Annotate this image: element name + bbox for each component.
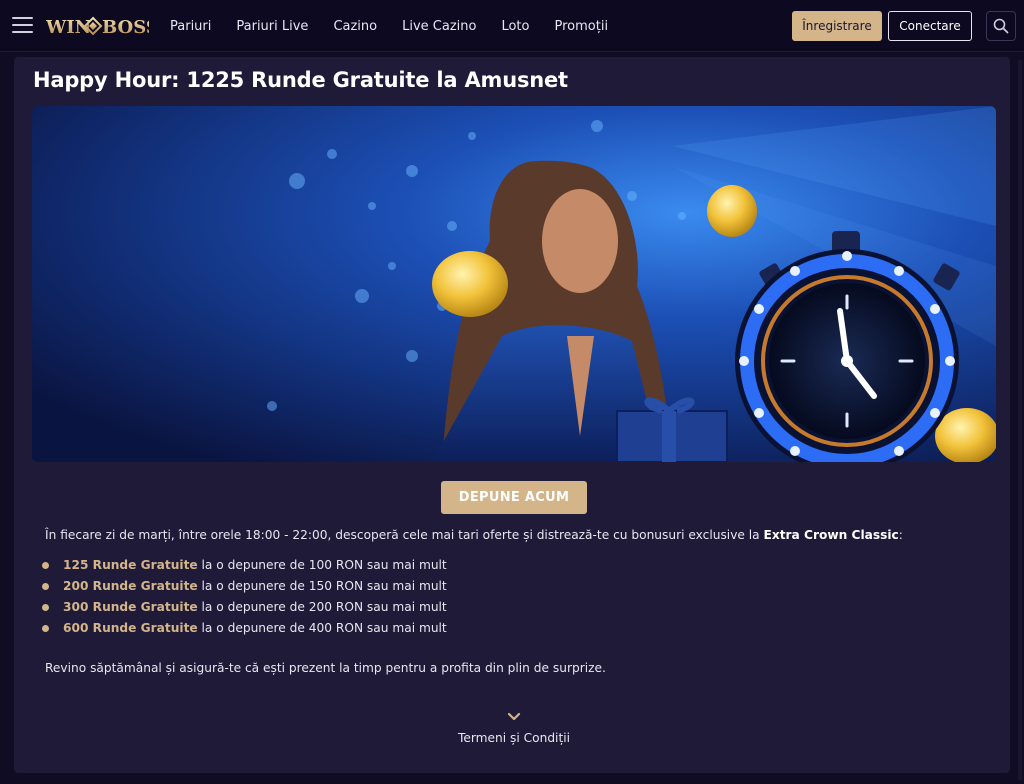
nav-pariuri[interactable]: Pariuri xyxy=(170,19,211,34)
list-item: 200 Runde Gratuite la o depunere de 150 … xyxy=(42,578,447,599)
login-button[interactable]: Conectare xyxy=(888,11,972,41)
page-scrollbar[interactable] xyxy=(1018,60,1022,780)
bullet-dot-icon xyxy=(42,583,49,590)
main-nav: Pariuri Pariuri Live Cazino Live Cazino … xyxy=(170,0,633,52)
offer-list: 125 Runde Gratuite la o depunere de 100 … xyxy=(42,557,447,641)
promo-intro: În fiecare zi de marți, între orele 18:0… xyxy=(45,528,903,542)
promo-intro-suffix: : xyxy=(898,528,903,542)
offer-text: la o depunere de 400 RON sau mai mult xyxy=(201,621,447,635)
list-item: 125 Runde Gratuite la o depunere de 100 … xyxy=(42,557,447,578)
promo-outro: Revino săptămânal și asigură-te că ești … xyxy=(45,661,606,675)
offer-highlight: 600 Runde Gratuite xyxy=(63,621,198,635)
search-button[interactable] xyxy=(986,11,1016,41)
terms-label: Termeni și Condiții xyxy=(458,731,570,745)
nav-cazino[interactable]: Cazino xyxy=(333,19,377,34)
offer-highlight: 200 Runde Gratuite xyxy=(63,579,198,593)
deposit-now-button[interactable]: DEPUNE ACUM xyxy=(441,481,587,514)
menu-icon[interactable] xyxy=(12,17,33,33)
offer-text: la o depunere de 200 RON sau mai mult xyxy=(201,600,447,614)
list-item: 600 Runde Gratuite la o depunere de 400 … xyxy=(42,620,447,641)
chevron-down-icon xyxy=(507,712,521,721)
terms-toggle[interactable]: Termeni și Condiții xyxy=(414,708,614,748)
offer-highlight: 125 Runde Gratuite xyxy=(63,558,198,572)
bullet-dot-icon xyxy=(42,604,49,611)
list-item: 300 Runde Gratuite la o depunere de 200 … xyxy=(42,599,447,620)
bullet-dot-icon xyxy=(42,625,49,632)
svg-text:BOSS: BOSS xyxy=(102,17,149,38)
page-title: Happy Hour: 1225 Runde Gratuite la Amusn… xyxy=(33,68,568,92)
nav-promotii[interactable]: Promoții xyxy=(555,19,609,34)
nav-pariuri-live[interactable]: Pariuri Live xyxy=(236,19,308,34)
nav-live-cazino[interactable]: Live Cazino xyxy=(402,19,476,34)
offer-text: la o depunere de 100 RON sau mai mult xyxy=(201,558,447,572)
offer-text: la o depunere de 150 RON sau mai mult xyxy=(201,579,447,593)
promo-banner-image xyxy=(32,106,996,462)
register-button[interactable]: Înregistrare xyxy=(792,11,882,41)
promo-intro-text: În fiecare zi de marți, între orele 18:0… xyxy=(45,528,760,542)
top-navigation-bar: WIN BOSS Pariuri Pariuri Live Cazino Liv… xyxy=(0,0,1024,52)
offer-highlight: 300 Runde Gratuite xyxy=(63,600,198,614)
nav-loto[interactable]: Loto xyxy=(501,19,529,34)
bullet-dot-icon xyxy=(42,562,49,569)
svg-text:WIN: WIN xyxy=(46,17,91,38)
brand-logo[interactable]: WIN BOSS xyxy=(46,13,149,39)
promo-game-name: Extra Crown Classic xyxy=(763,528,899,542)
search-icon xyxy=(993,18,1009,34)
